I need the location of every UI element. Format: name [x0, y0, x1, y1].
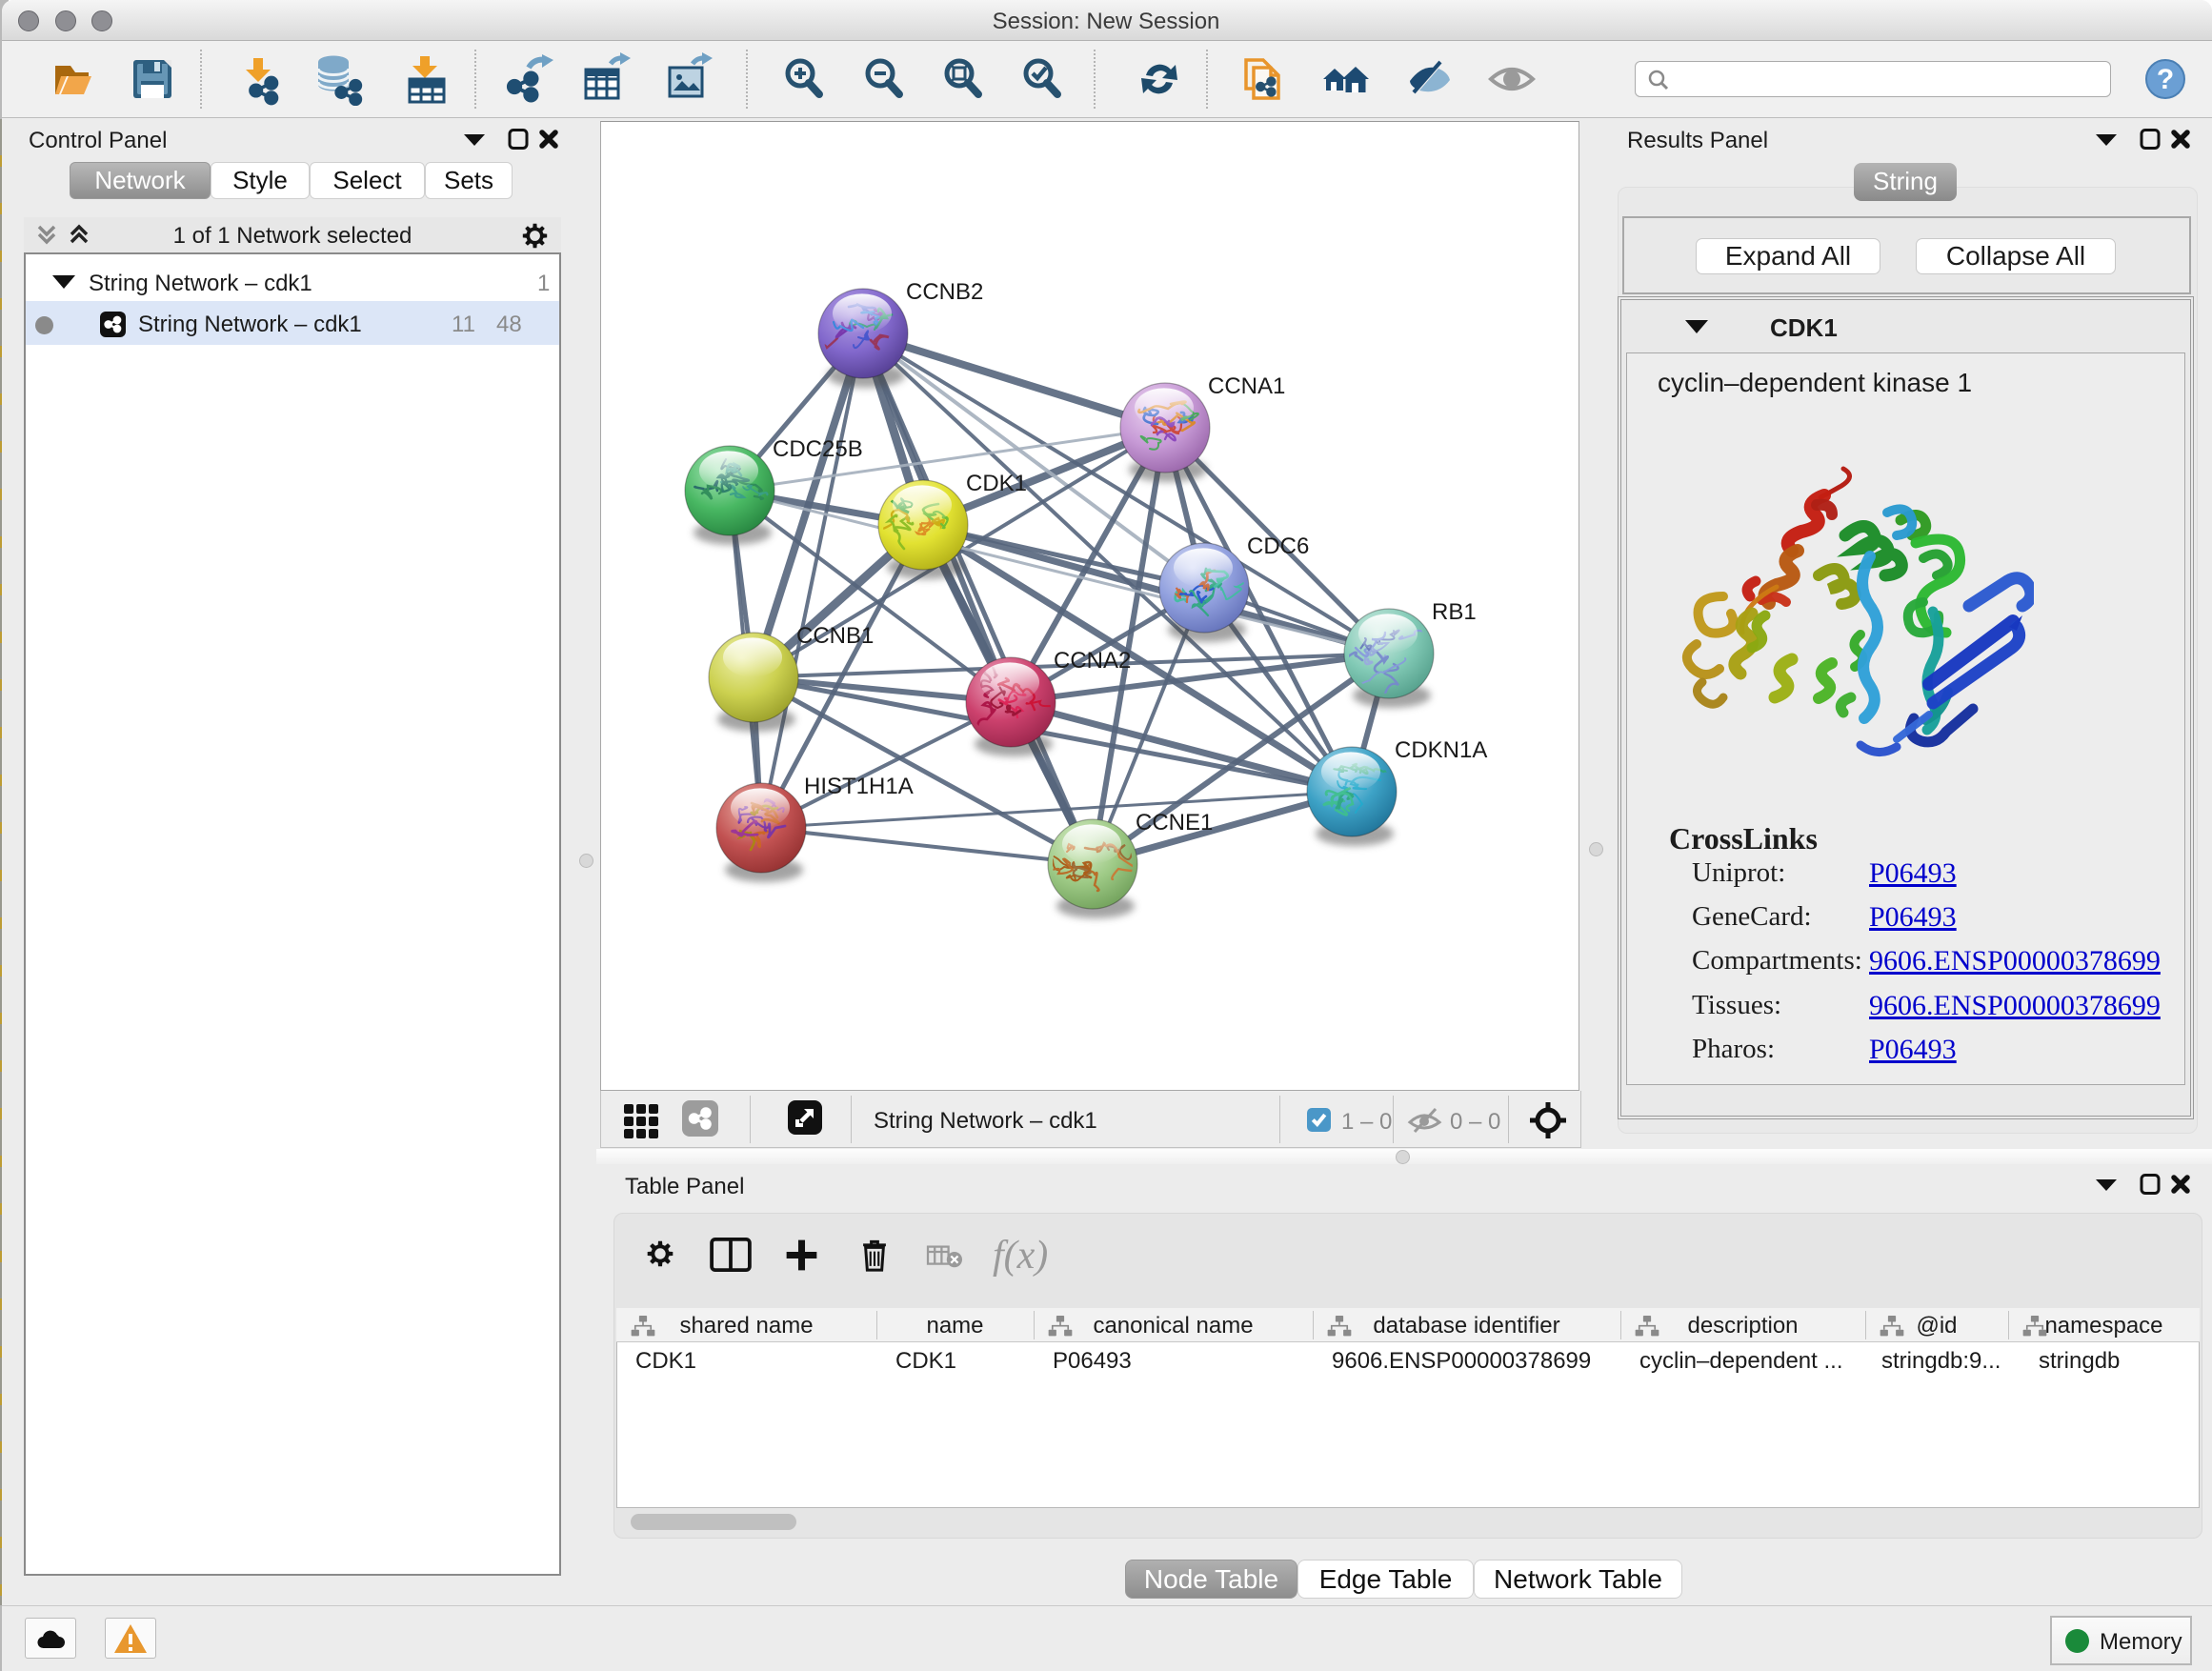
svg-text:CCNA1: CCNA1 [1208, 373, 1285, 399]
svg-text:CCNA2: CCNA2 [1054, 648, 1131, 674]
svg-text:RB1: RB1 [1432, 599, 1477, 625]
svg-text:CDC25B: CDC25B [773, 436, 863, 462]
svg-text:CDK1: CDK1 [966, 471, 1027, 496]
svg-text:CCNB1: CCNB1 [796, 623, 874, 649]
svg-text:HIST1H1A: HIST1H1A [804, 774, 914, 799]
svg-text:CDC6: CDC6 [1247, 534, 1309, 559]
svg-text:CCNB2: CCNB2 [906, 279, 983, 305]
svg-text:CDKN1A: CDKN1A [1395, 737, 1487, 763]
svg-text:CCNE1: CCNE1 [1136, 810, 1213, 836]
